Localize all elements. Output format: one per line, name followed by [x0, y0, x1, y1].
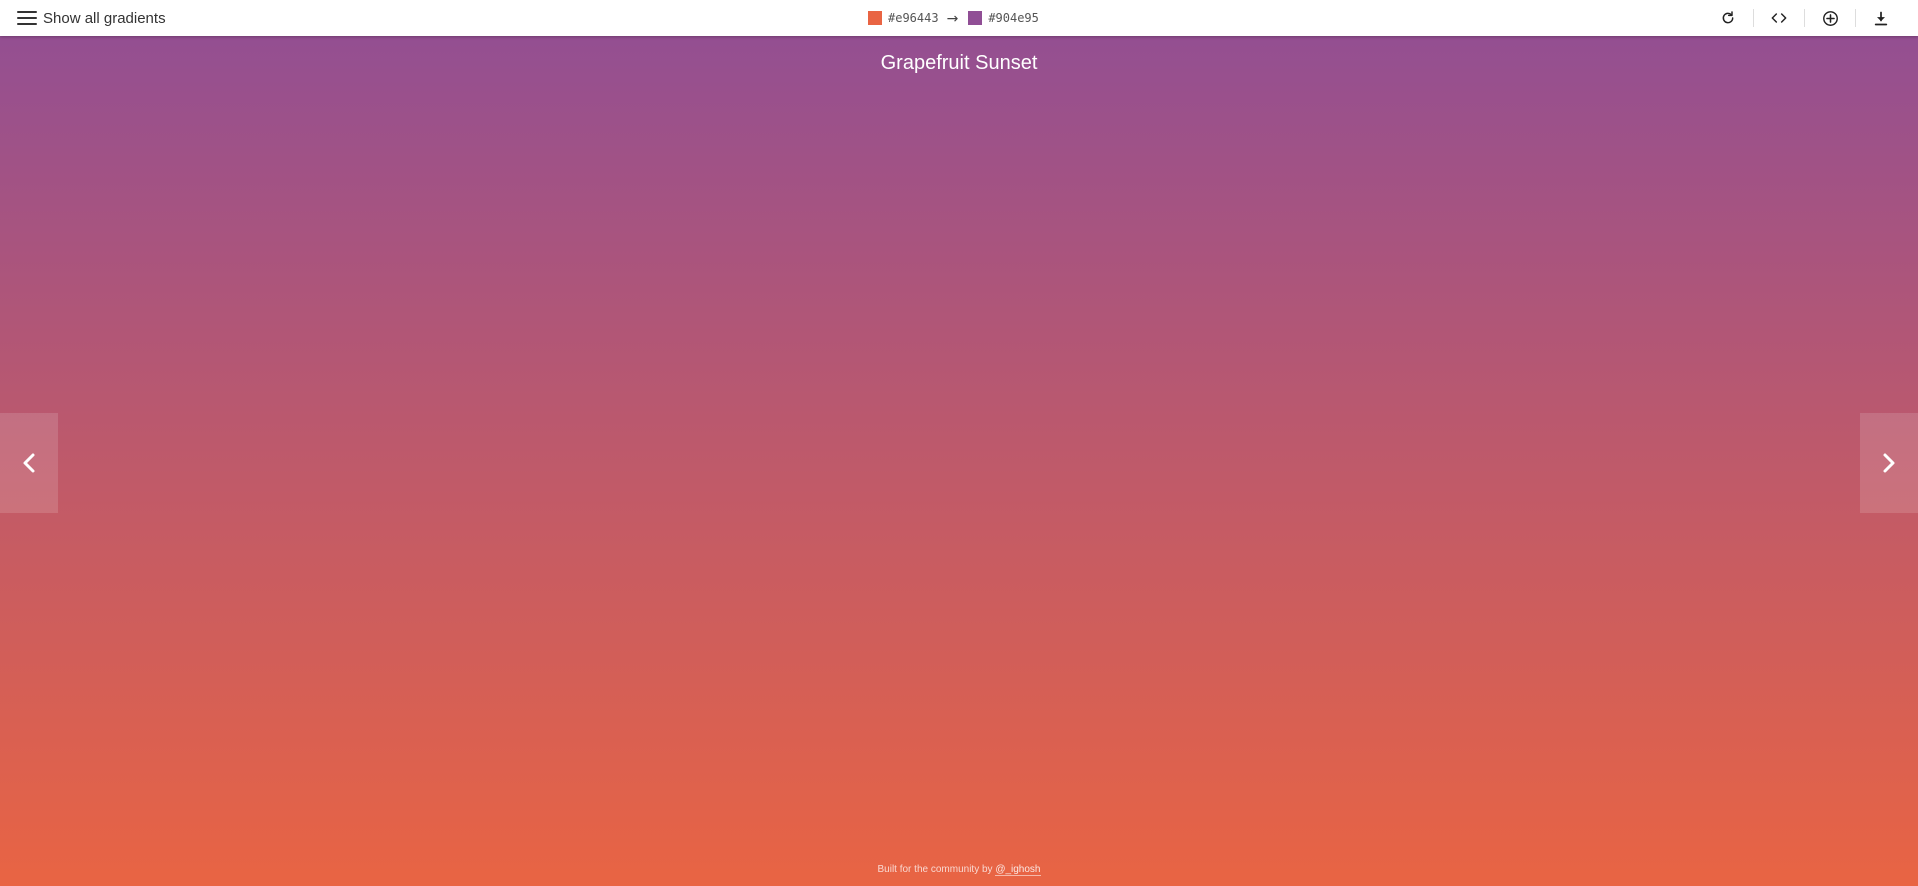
previous-gradient-button[interactable]: [0, 413, 58, 513]
rotate-gradient-button[interactable]: [1713, 3, 1743, 33]
footer: Built for the community by @_ighosh: [0, 864, 1918, 876]
start-color-hex[interactable]: #e96443: [888, 11, 939, 25]
code-icon: [1771, 13, 1787, 23]
end-color-hex[interactable]: #904e95: [988, 11, 1039, 25]
next-gradient-button[interactable]: [1860, 413, 1918, 513]
toolbar-divider: [1855, 9, 1856, 27]
toolbar-actions: [1713, 0, 1896, 36]
chevron-left-icon: [23, 453, 35, 473]
toolbar-divider: [1753, 9, 1754, 27]
add-circle-icon: [1822, 10, 1838, 26]
gradient-preview: [0, 0, 1918, 886]
download-gradient-button[interactable]: [1866, 3, 1896, 33]
rotate-icon: [1722, 11, 1734, 24]
gradient-title: Grapefruit Sunset: [880, 52, 1038, 74]
download-icon: [1874, 11, 1888, 25]
show-all-gradients-label: Show all gradients: [43, 9, 166, 27]
gradient-colors: #e96443 → #904e95: [868, 0, 1047, 36]
arrow-right-icon: →: [946, 11, 959, 27]
show-all-gradients-button[interactable]: Show all gradients: [17, 0, 166, 36]
add-gradient-button[interactable]: [1815, 3, 1845, 33]
footer-text: Built for the community by: [877, 864, 996, 875]
toolbar-divider: [1804, 9, 1805, 27]
start-color-swatch[interactable]: [868, 11, 882, 25]
chevron-right-icon: [1883, 453, 1895, 473]
author-link[interactable]: @_ighosh: [995, 864, 1041, 876]
get-css-code-button[interactable]: [1764, 3, 1794, 33]
hamburger-menu-icon: [17, 11, 37, 25]
top-bar: Show all gradients #e96443 → #904e95: [0, 0, 1918, 36]
end-color-swatch[interactable]: [968, 11, 983, 25]
